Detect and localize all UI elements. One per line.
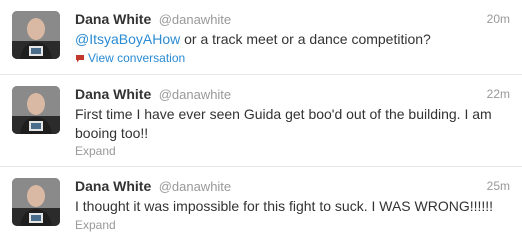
expand-link[interactable]: Expand (75, 218, 116, 232)
view-conversation-label: View conversation (88, 51, 186, 65)
tweet-item[interactable]: Dana White @danawhite 22m First time I h… (0, 75, 522, 167)
tweet-timestamp[interactable]: 25m (487, 179, 510, 193)
user-name[interactable]: Dana White (75, 178, 151, 194)
tweet-text: @ItsyaBoyAHow or a track meet or a dance… (75, 30, 508, 49)
view-conversation-link[interactable]: View conversation (75, 51, 185, 65)
expand-link[interactable]: Expand (75, 144, 116, 158)
tweet-item[interactable]: Dana White @danawhite 20m @ItsyaBoyAHow … (0, 0, 522, 75)
tweet-timestamp[interactable]: 20m (487, 12, 510, 26)
avatar[interactable] (12, 11, 60, 59)
tweet-item[interactable]: Dana White @danawhite 25m I thought it w… (0, 167, 522, 248)
tweet-body: or a track meet or a dance competition? (180, 31, 431, 47)
tweet-timeline: Dana White @danawhite 20m @ItsyaBoyAHow … (0, 0, 522, 248)
tweet-header: Dana White @danawhite 25m (75, 178, 510, 196)
avatar[interactable] (12, 178, 60, 226)
user-handle[interactable]: @danawhite (159, 12, 231, 27)
speech-bubble-icon (76, 55, 84, 63)
tweet-text: I thought it was impossible for this fig… (75, 198, 494, 214)
user-name[interactable]: Dana White (75, 11, 151, 27)
tweet-header: Dana White @danawhite 20m (75, 11, 510, 29)
user-handle[interactable]: @danawhite (159, 179, 231, 194)
mention-link[interactable]: @ItsyaBoyAHow (75, 31, 180, 47)
tweet-text: First time I have ever seen Guida get bo… (75, 106, 492, 141)
user-handle[interactable]: @danawhite (159, 87, 231, 102)
user-name[interactable]: Dana White (75, 86, 151, 102)
tweet-timestamp[interactable]: 22m (487, 87, 510, 101)
tweet-header: Dana White @danawhite 22m (75, 86, 510, 104)
avatar[interactable] (12, 86, 60, 134)
